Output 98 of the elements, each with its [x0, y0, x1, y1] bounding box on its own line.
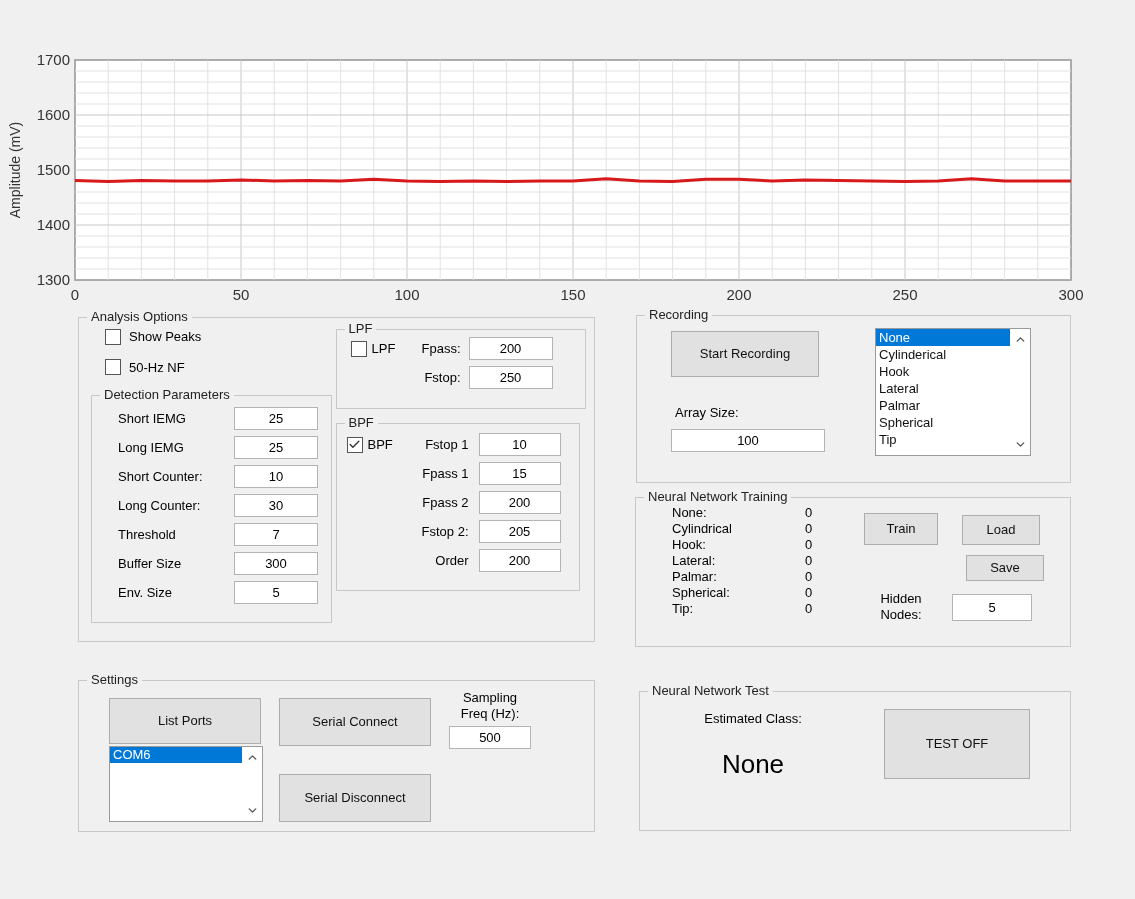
list-item[interactable]: Spherical — [876, 414, 1010, 431]
push-button[interactable]: Load — [962, 515, 1040, 545]
field-label: Short Counter: — [117, 467, 204, 486]
list-box[interactable]: COM6 — [109, 746, 263, 822]
checkbox-label: LPF — [371, 339, 396, 358]
y-tick-label: 1300 — [36, 271, 70, 288]
field-label: Fpass 1 — [421, 464, 470, 483]
number-field[interactable]: 250 — [468, 366, 553, 389]
number-field[interactable]: 15 — [478, 462, 561, 485]
field-label: Short IEMG — [117, 409, 187, 428]
field-label: Sampling Freq (Hz): — [459, 690, 521, 722]
y-tick-label: 1400 — [36, 216, 70, 233]
number-field[interactable]: 100 — [671, 428, 825, 452]
push-button[interactable]: Train — [864, 513, 938, 545]
class-label: Spherical: — [672, 585, 731, 601]
field-label: Order — [434, 551, 470, 570]
y-tick-label: 1600 — [36, 106, 70, 123]
push-button[interactable]: TEST OFF — [884, 709, 1030, 779]
checkbox-label: BPF — [367, 435, 393, 454]
number-field[interactable]: 200 — [468, 337, 553, 360]
push-button[interactable]: Save — [966, 555, 1044, 581]
class-label: Palmar: — [672, 569, 718, 585]
checkbox[interactable] — [105, 328, 121, 345]
number-field[interactable]: 205 — [478, 520, 561, 543]
checkbox[interactable] — [105, 359, 121, 376]
y-tick-label: 1500 — [36, 161, 70, 178]
panel-title: Neural Network Test — [651, 683, 770, 699]
number-field[interactable]: 10 — [234, 465, 318, 488]
class-count: 0 — [805, 553, 813, 569]
number-field[interactable]: 200 — [478, 491, 561, 514]
class-count: 0 — [805, 601, 813, 617]
number-field[interactable]: 200 — [478, 549, 561, 572]
field-label: Fstop 1 — [424, 435, 470, 454]
class-count: 0 — [805, 569, 813, 585]
x-tick-label: 0 — [70, 286, 80, 303]
checkbox-label: Show Peaks — [129, 328, 202, 346]
estimated-class-label: Estimated Class: — [704, 710, 802, 728]
class-count: 0 — [805, 521, 813, 537]
class-count: 0 — [805, 585, 813, 601]
list-item[interactable]: Palmar — [876, 397, 1010, 414]
x-tick-label: 50 — [232, 286, 250, 303]
panel-title: LPF — [347, 321, 374, 337]
y-axis-label: Amplitude (mV) — [7, 121, 23, 219]
field-label: Fstop: — [423, 368, 462, 387]
field-label: Long IEMG — [117, 438, 185, 457]
checkbox[interactable] — [346, 436, 363, 453]
class-label: Cylindrical — [672, 521, 733, 537]
field-label: Fpass 2 — [421, 493, 470, 512]
push-button[interactable]: List Ports — [109, 698, 261, 744]
number-field[interactable]: 10 — [478, 433, 561, 456]
panel-title: Analysis Options — [90, 309, 189, 325]
number-field[interactable]: 7 — [234, 523, 318, 546]
field-label: Threshold — [117, 525, 177, 544]
field-label: Env. Size — [117, 583, 173, 602]
list-item[interactable]: None — [876, 329, 1010, 346]
check-icon — [348, 438, 361, 451]
push-button[interactable]: Start Recording — [671, 331, 819, 377]
checkbox[interactable] — [350, 340, 367, 357]
list-item[interactable]: Tip — [876, 431, 1010, 448]
class-label: Hook: — [672, 537, 707, 553]
panel-title: Detection Parameters — [103, 387, 231, 403]
checkbox-label: 50-Hz NF — [129, 358, 185, 377]
number-field[interactable]: 25 — [234, 407, 318, 430]
field-label: Array Size: — [675, 404, 740, 422]
list-item[interactable]: COM6 — [110, 747, 242, 763]
field-label: Buffer Size — [117, 554, 183, 573]
class-label: None: — [672, 505, 708, 521]
push-button[interactable]: Serial Connect — [279, 698, 431, 746]
panel-title: Recording — [648, 307, 710, 323]
class-label: Lateral: — [672, 553, 717, 569]
number-field[interactable]: 30 — [234, 494, 318, 517]
field-label: Fpass: — [420, 339, 462, 358]
panel-title: Neural Network Training — [647, 489, 789, 505]
number-field[interactable]: 5 — [952, 593, 1032, 621]
number-field[interactable]: 500 — [449, 726, 531, 749]
x-tick-label: 100 — [394, 286, 420, 303]
x-tick-label: 200 — [726, 286, 752, 303]
y-tick-label: 1700 — [36, 51, 70, 68]
x-tick-label: 250 — [892, 286, 918, 303]
field-label: Hidden Nodes: — [879, 591, 923, 623]
list-box[interactable]: None Cylinderical Hook Lateral Palmar Spherical Tip — [875, 328, 1031, 456]
x-tick-label: 150 — [560, 286, 586, 303]
panel-title: BPF — [347, 415, 375, 431]
number-field[interactable]: 25 — [234, 436, 318, 459]
estimated-class-value: None — [721, 747, 785, 781]
number-field[interactable]: 5 — [234, 581, 318, 604]
list-item[interactable]: Hook — [876, 363, 1010, 380]
class-count: 0 — [805, 537, 813, 553]
class-count: 0 — [805, 505, 813, 521]
push-button[interactable]: Serial Disconnect — [279, 774, 431, 822]
list-item[interactable]: Lateral — [876, 380, 1010, 397]
list-item[interactable]: Cylinderical — [876, 346, 1010, 363]
class-label: Tip: — [672, 601, 695, 617]
number-field[interactable]: 300 — [234, 552, 318, 575]
x-tick-label: 300 — [1058, 286, 1084, 303]
panel-title: Settings — [90, 672, 139, 688]
field-label: Fstop 2: — [420, 522, 470, 541]
field-label: Long Counter: — [117, 496, 202, 515]
